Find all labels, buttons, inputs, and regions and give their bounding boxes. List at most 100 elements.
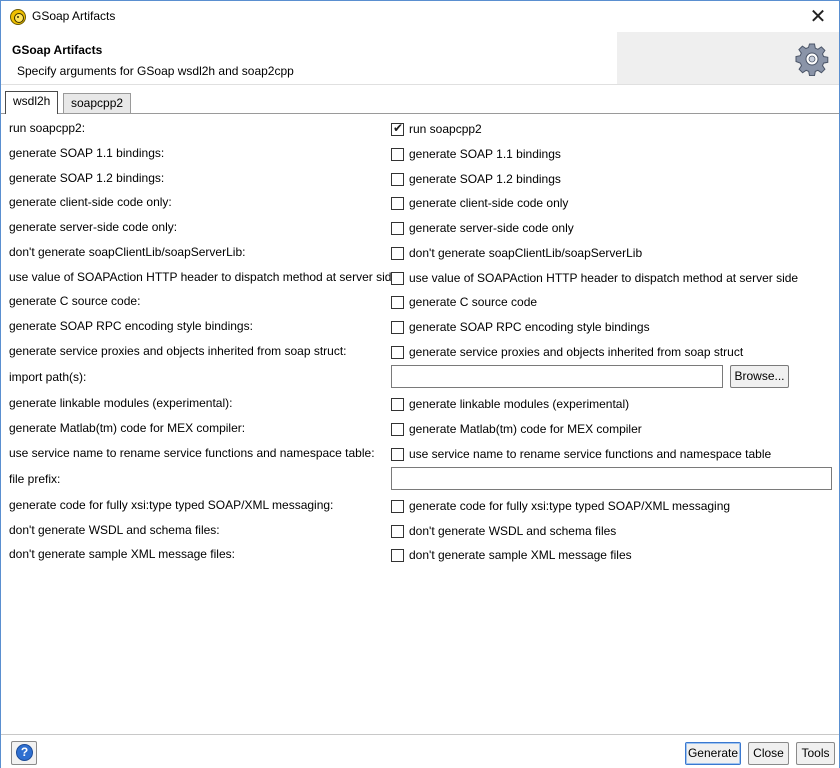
no-wsdl-checkbox[interactable]	[391, 524, 404, 538]
c-source-checkbox-label[interactable]: generate C source code	[409, 295, 537, 309]
soapaction-label: use value of SOAPAction HTTP header to d…	[9, 270, 402, 284]
no-sample-checkbox-label[interactable]: don't generate sample XML message files	[409, 548, 632, 562]
help-button[interactable]: ?	[11, 741, 37, 765]
linkable-checkbox-wrap[interactable]: generate linkable modules (experimental)	[391, 396, 629, 412]
row-xsi-type: generate code for fully xsi:type typed S…	[1, 495, 839, 515]
soapaction-checkbox[interactable]	[391, 271, 404, 285]
client-only-checkbox[interactable]	[391, 196, 404, 210]
no-wsdl-label: don't generate WSDL and schema files:	[9, 523, 220, 537]
file-prefix-label: file prefix:	[9, 472, 61, 486]
c-source-checkbox-wrap[interactable]: generate C source code	[391, 294, 537, 310]
row-client-only: generate client-side code only: generate…	[1, 192, 839, 212]
no-wsdl-checkbox-wrap[interactable]: don't generate WSDL and schema files	[391, 523, 616, 539]
tools-button[interactable]: Tools	[796, 742, 835, 765]
service-name-checkbox[interactable]	[391, 447, 404, 461]
rpc-checkbox[interactable]	[391, 320, 404, 334]
no-sample-checkbox-wrap[interactable]: don't generate sample XML message files	[391, 547, 632, 563]
banner-title: GSoap Artifacts	[12, 43, 103, 57]
tab-strip-border	[1, 113, 839, 114]
service-name-checkbox-label[interactable]: use service name to rename service funct…	[409, 447, 771, 461]
server-only-checkbox[interactable]	[391, 221, 404, 235]
soap12-label: generate SOAP 1.2 bindings:	[9, 171, 165, 185]
soap11-checkbox-label[interactable]: generate SOAP 1.1 bindings	[409, 147, 561, 161]
row-linkable: generate linkable modules (experimental)…	[1, 393, 839, 413]
run-soapcpp2-checkbox-label[interactable]: run soapcpp2	[409, 122, 482, 136]
row-no-lib: don't generate soapClientLib/soapServerL…	[1, 242, 839, 262]
server-only-checkbox-wrap[interactable]: generate server-side code only	[391, 220, 574, 236]
linkable-checkbox-label[interactable]: generate linkable modules (experimental)	[409, 397, 629, 411]
soap11-checkbox-wrap[interactable]: generate SOAP 1.1 bindings	[391, 146, 561, 162]
no-lib-checkbox-label[interactable]: don't generate soapClientLib/soapServerL…	[409, 246, 642, 260]
soap11-checkbox[interactable]	[391, 147, 404, 161]
rpc-label: generate SOAP RPC encoding style binding…	[9, 319, 253, 333]
proxies-checkbox[interactable]	[391, 345, 404, 359]
close-window-button[interactable]: ✕	[803, 3, 833, 29]
no-lib-checkbox-wrap[interactable]: don't generate soapClientLib/soapServerL…	[391, 245, 642, 261]
rpc-checkbox-label[interactable]: generate SOAP RPC encoding style binding…	[409, 320, 650, 334]
file-prefix-input[interactable]	[391, 467, 832, 490]
xsi-type-checkbox[interactable]	[391, 499, 404, 513]
row-run-soapcpp2: run soapcpp2: run soapcpp2	[1, 118, 839, 138]
matlab-checkbox-label[interactable]: generate Matlab(tm) code for MEX compile…	[409, 422, 642, 436]
row-no-sample: don't generate sample XML message files:…	[1, 544, 839, 564]
no-lib-label: don't generate soapClientLib/soapServerL…	[9, 245, 246, 259]
browse-button[interactable]: Browse...	[730, 365, 789, 388]
matlab-checkbox[interactable]	[391, 422, 404, 436]
generate-button[interactable]: Generate	[685, 742, 741, 765]
linkable-label: generate linkable modules (experimental)…	[9, 396, 233, 410]
client-only-checkbox-label[interactable]: generate client-side code only	[409, 196, 568, 210]
no-wsdl-checkbox-label[interactable]: don't generate WSDL and schema files	[409, 524, 616, 538]
xsi-type-checkbox-wrap[interactable]: generate code for fully xsi:type typed S…	[391, 498, 730, 514]
run-soapcpp2-label: run soapcpp2:	[9, 121, 86, 135]
banner-subtitle: Specify arguments for GSoap wsdl2h and s…	[17, 64, 294, 78]
gear-icon	[795, 43, 829, 76]
soapaction-checkbox-wrap[interactable]: use value of SOAPAction HTTP header to d…	[391, 270, 798, 286]
soap12-checkbox-label[interactable]: generate SOAP 1.2 bindings	[409, 172, 561, 186]
c-source-checkbox[interactable]	[391, 295, 404, 309]
header-banner: GSoap Artifacts Specify arguments for GS…	[1, 32, 839, 85]
row-file-prefix: file prefix:	[1, 467, 839, 491]
run-soapcpp2-checkbox[interactable]	[391, 121, 404, 136]
window-title: GSoap Artifacts	[32, 9, 116, 23]
matlab-label: generate Matlab(tm) code for MEX compile…	[9, 421, 246, 435]
server-only-checkbox-label[interactable]: generate server-side code only	[409, 221, 574, 235]
import-path-input[interactable]	[391, 365, 723, 388]
soap11-label: generate SOAP 1.1 bindings:	[9, 146, 165, 160]
row-server-only: generate server-side code only: generate…	[1, 217, 839, 237]
matlab-checkbox-wrap[interactable]: generate Matlab(tm) code for MEX compile…	[391, 421, 642, 437]
dialog-window: GSoap Artifacts ✕ GSoap Artifacts Specif…	[0, 0, 840, 768]
row-soap12: generate SOAP 1.2 bindings: generate SOA…	[1, 168, 839, 188]
run-soapcpp2-checkbox-wrap[interactable]: run soapcpp2	[391, 121, 482, 137]
soap12-checkbox[interactable]	[391, 172, 404, 186]
help-icon: ?	[16, 744, 33, 761]
row-rpc: generate SOAP RPC encoding style binding…	[1, 316, 839, 336]
soapaction-checkbox-label[interactable]: use value of SOAPAction HTTP header to d…	[409, 271, 798, 285]
row-matlab: generate Matlab(tm) code for MEX compile…	[1, 418, 839, 438]
service-name-label: use service name to rename service funct…	[9, 446, 375, 460]
linkable-checkbox[interactable]	[391, 397, 404, 411]
service-name-checkbox-wrap[interactable]: use service name to rename service funct…	[391, 446, 771, 462]
row-service-name: use service name to rename service funct…	[1, 443, 839, 463]
client-only-checkbox-wrap[interactable]: generate client-side code only	[391, 195, 568, 211]
client-only-label: generate client-side code only:	[9, 195, 172, 209]
rpc-checkbox-wrap[interactable]: generate SOAP RPC encoding style binding…	[391, 319, 650, 335]
proxies-checkbox-wrap[interactable]: generate service proxies and objects inh…	[391, 344, 743, 360]
close-button[interactable]: Close	[748, 742, 789, 765]
xsi-type-checkbox-label[interactable]: generate code for fully xsi:type typed S…	[409, 499, 730, 513]
soap12-checkbox-wrap[interactable]: generate SOAP 1.2 bindings	[391, 171, 561, 187]
app-logo-icon	[10, 9, 26, 25]
no-sample-checkbox[interactable]	[391, 548, 404, 562]
proxies-label: generate service proxies and objects inh…	[9, 344, 347, 358]
row-soapaction: use value of SOAPAction HTTP header to d…	[1, 267, 839, 287]
tab-wsdl2h[interactable]: wsdl2h	[5, 91, 59, 114]
xsi-type-label: generate code for fully xsi:type typed S…	[9, 498, 334, 512]
row-c-source: generate C source code: generate C sourc…	[1, 291, 839, 311]
c-source-label: generate C source code:	[9, 294, 141, 308]
row-soap11: generate SOAP 1.1 bindings: generate SOA…	[1, 143, 839, 163]
tab-soapcpp2[interactable]: soapcpp2	[63, 93, 132, 113]
row-proxies: generate service proxies and objects inh…	[1, 341, 839, 361]
proxies-checkbox-label[interactable]: generate service proxies and objects inh…	[409, 345, 743, 359]
no-lib-checkbox[interactable]	[391, 246, 404, 260]
title-bar: GSoap Artifacts ✕	[1, 1, 839, 32]
no-sample-label: don't generate sample XML message files:	[9, 547, 235, 561]
